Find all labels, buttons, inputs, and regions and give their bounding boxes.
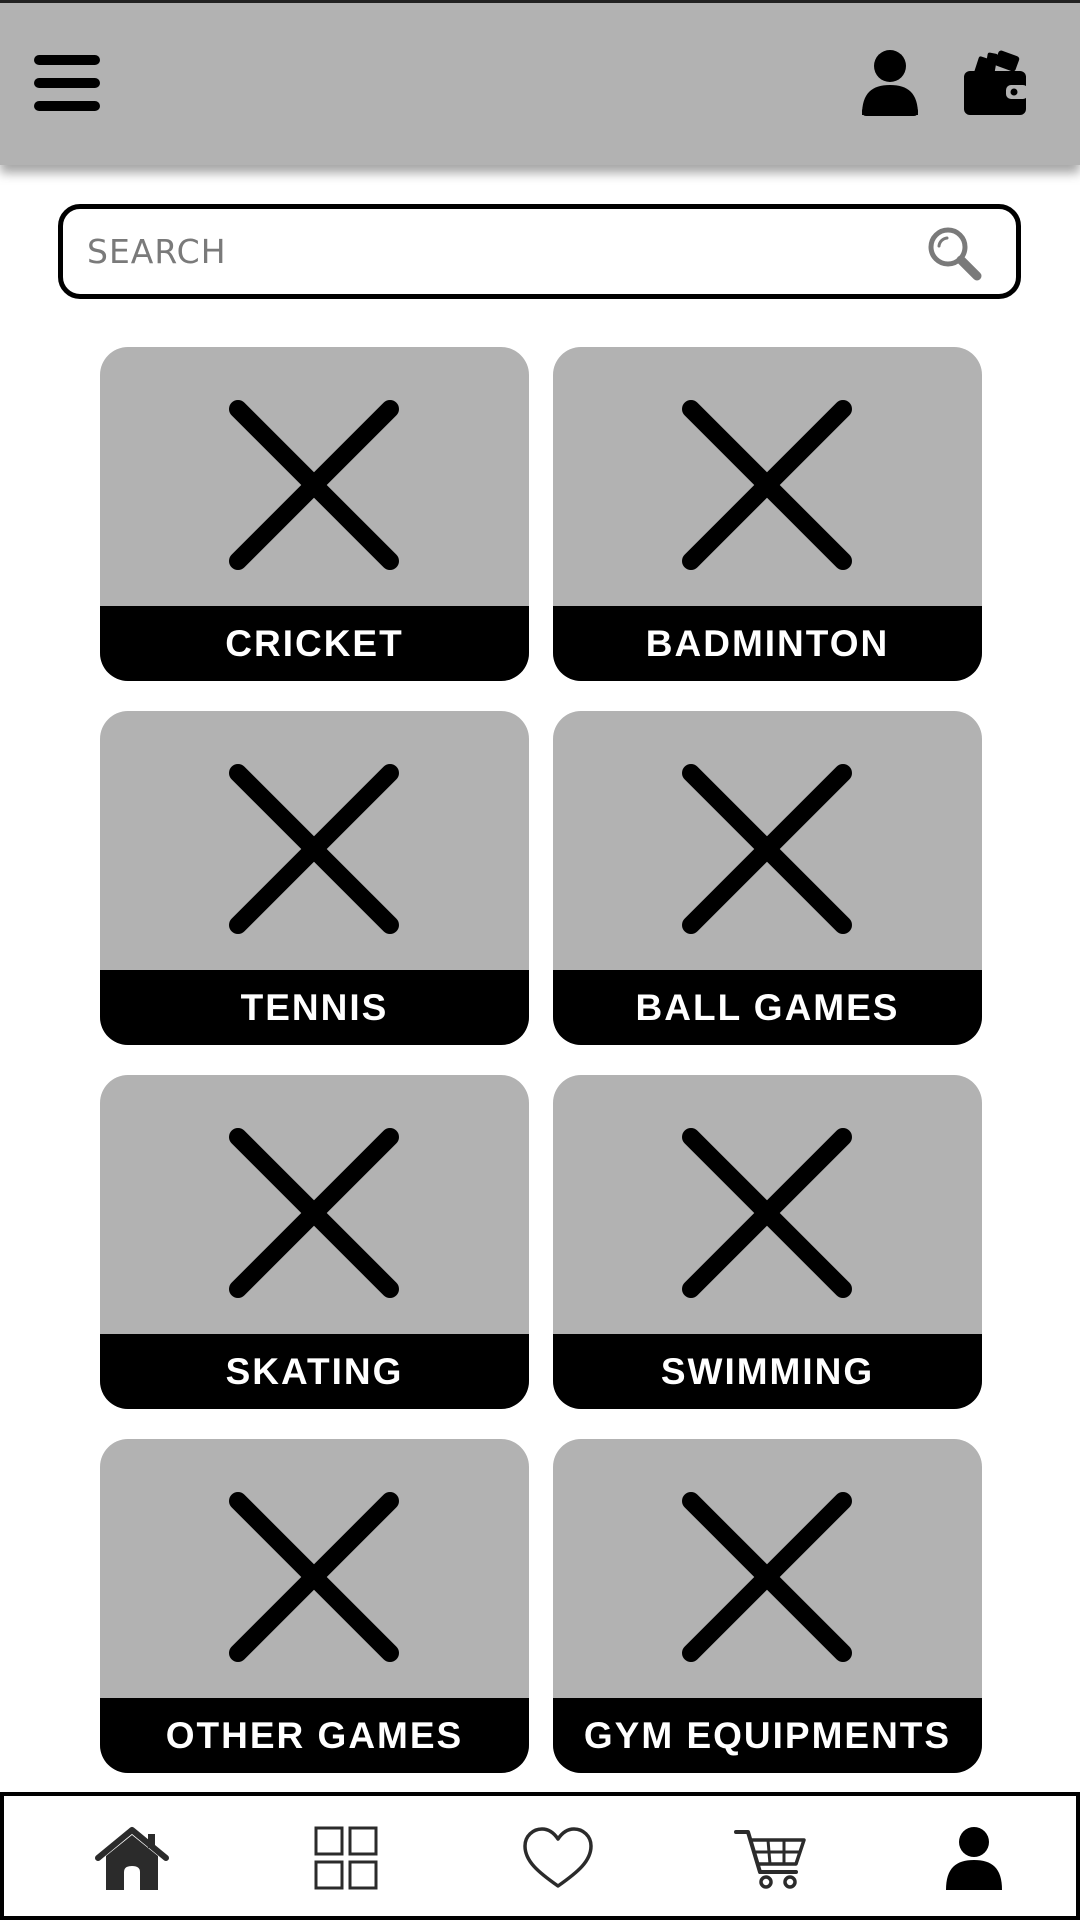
card-label-bar: CRICKET	[100, 606, 529, 681]
search-input[interactable]	[63, 211, 883, 292]
category-card-badminton[interactable]: BADMINTON	[553, 347, 982, 681]
category-label: OTHER GAMES	[165, 1714, 464, 1756]
top-app-bar	[0, 0, 1080, 165]
user-icon[interactable]	[936, 1826, 1012, 1892]
image-placeholder-icon	[229, 1492, 399, 1662]
bottom-navigation-bar	[0, 1792, 1080, 1920]
card-label-bar: GYM EQUIPMENTS	[553, 1698, 982, 1773]
category-label: BALL GAMES	[635, 986, 900, 1028]
category-card-cricket[interactable]: CRICKET	[100, 347, 529, 681]
category-card-ball-games[interactable]: BALL GAMES	[553, 711, 982, 1045]
hamburger-menu-icon[interactable]	[34, 55, 100, 111]
category-card-other-games[interactable]: OTHER GAMES	[100, 1439, 529, 1773]
category-card-swimming[interactable]: SWIMMING	[553, 1075, 982, 1409]
wallet-icon[interactable]	[962, 49, 1028, 117]
user-icon[interactable]	[858, 49, 922, 117]
card-label-bar: OTHER GAMES	[100, 1698, 529, 1773]
home-icon[interactable]	[94, 1826, 170, 1892]
image-placeholder-icon	[682, 1492, 852, 1662]
category-label: SWIMMING	[660, 1350, 875, 1392]
category-card-skating[interactable]: SKATING	[100, 1075, 529, 1409]
app-screen: CRICKET BADMINTON TENNIS	[0, 0, 1080, 1920]
image-placeholder-icon	[682, 764, 852, 934]
image-placeholder-icon	[682, 1128, 852, 1298]
category-label: SKATING	[225, 1350, 404, 1392]
category-grid: CRICKET BADMINTON TENNIS BALL GAMES SKAT…	[100, 347, 982, 1773]
card-label-bar: SKATING	[100, 1334, 529, 1409]
image-placeholder-icon	[682, 400, 852, 570]
card-label-bar: SWIMMING	[553, 1334, 982, 1409]
heart-icon[interactable]	[520, 1826, 596, 1892]
cart-icon[interactable]	[732, 1826, 808, 1892]
card-label-bar: BALL GAMES	[553, 970, 982, 1045]
image-placeholder-icon	[229, 1128, 399, 1298]
card-label-bar: TENNIS	[100, 970, 529, 1045]
card-label-bar: BADMINTON	[553, 606, 982, 681]
search-icon[interactable]	[926, 225, 982, 281]
category-label: TENNIS	[240, 986, 389, 1028]
grid-icon[interactable]	[308, 1826, 384, 1892]
image-placeholder-icon	[229, 400, 399, 570]
search-bar[interactable]	[58, 204, 1021, 299]
category-card-tennis[interactable]: TENNIS	[100, 711, 529, 1045]
category-label: BADMINTON	[645, 622, 890, 664]
category-card-gym-equipments[interactable]: GYM EQUIPMENTS	[553, 1439, 982, 1773]
category-label: GYM EQUIPMENTS	[583, 1714, 952, 1756]
image-placeholder-icon	[229, 764, 399, 934]
category-label: CRICKET	[225, 622, 404, 664]
